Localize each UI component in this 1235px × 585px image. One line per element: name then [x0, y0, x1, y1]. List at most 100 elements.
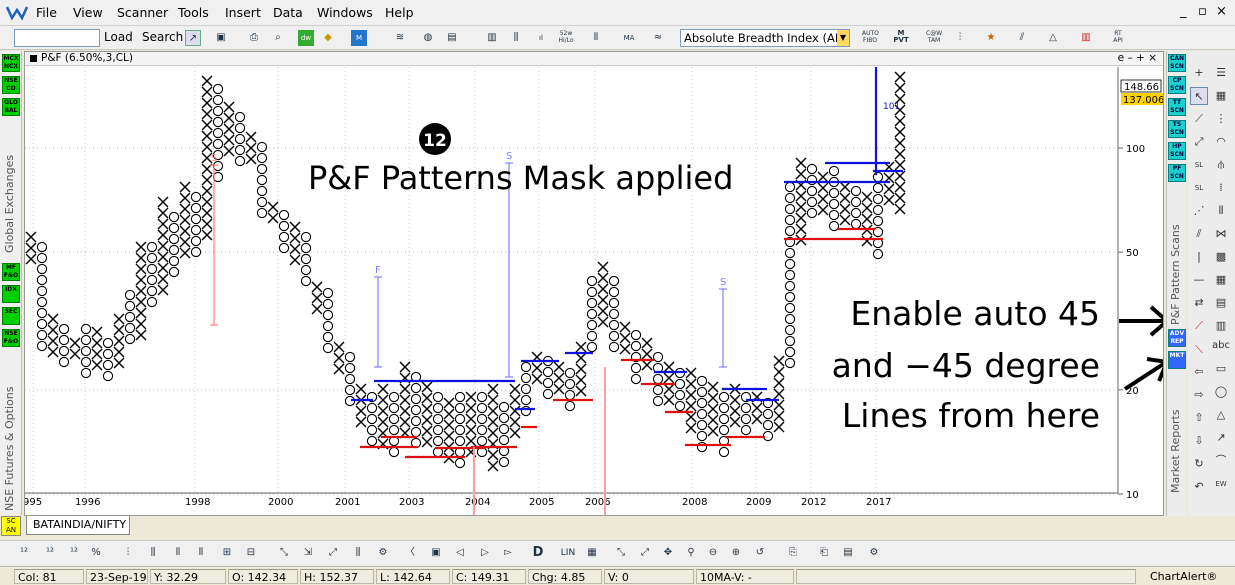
save-icon[interactable]: ▣ — [213, 30, 229, 46]
paste-icon[interactable]: ⎗ — [816, 545, 832, 561]
scale-icon[interactable]: ⇲ — [300, 545, 316, 561]
pitchfork-icon[interactable]: ⫛ — [1212, 156, 1230, 174]
volume-icon[interactable]: ⫴ — [588, 30, 604, 46]
cp-scan-badge[interactable]: CP SCN — [1168, 76, 1186, 94]
zoom-out-icon[interactable]: ⊟ — [243, 545, 259, 561]
time-zones-icon[interactable]: ⦀ — [1212, 202, 1230, 220]
indicator-select[interactable]: Absolute Breadth Index (ABI ▼ — [680, 29, 850, 47]
fit-icon[interactable]: ⤡ — [276, 545, 292, 561]
close-icon[interactable]: × — [1216, 4, 1227, 19]
cycle-lines-icon[interactable]: ⁞ — [1212, 179, 1230, 197]
hp-scan-badge[interactable]: HP SCN — [1168, 142, 1186, 160]
plus-circle-icon[interactable]: ⊕ — [728, 545, 744, 561]
layout-icon[interactable]: ▤ — [444, 30, 460, 46]
ray-icon[interactable]: ⤢ — [1190, 133, 1208, 151]
horizontal-line-icon[interactable]: — — [1190, 271, 1208, 289]
menu-data[interactable]: Data — [273, 5, 303, 20]
copy-icon[interactable]: ⎘ — [785, 545, 801, 561]
auto-45-icon[interactable]: ⟋ — [1190, 317, 1208, 335]
nums3-icon[interactable]: ¹² — [66, 545, 82, 561]
bar-chart-icon[interactable]: ⫶ — [120, 545, 136, 561]
bars-red-icon[interactable]: ▥ — [1078, 30, 1094, 46]
auto-fibo-icon[interactable]: AUTO FIBO — [862, 30, 879, 46]
pf-scan-badge[interactable]: PF SCN — [1168, 164, 1186, 182]
gann-fan-icon[interactable]: ⋈ — [1212, 225, 1230, 243]
nav-left-icon[interactable]: ◁ — [452, 545, 468, 561]
diamond-icon[interactable]: ◆ — [320, 30, 336, 46]
dotted-line-icon[interactable]: ⋰ — [1190, 202, 1208, 220]
menu-view[interactable]: View — [73, 5, 103, 20]
magnify-icon[interactable]: ⚲ — [683, 545, 699, 561]
ma-icon[interactable]: MA — [621, 30, 637, 46]
m-pvt-icon[interactable]: M PVT — [893, 30, 909, 46]
candle-icon[interactable]: ⫶ — [952, 30, 968, 46]
speed-lines-icon[interactable]: ▤ — [1212, 294, 1230, 312]
wv-icon[interactable]: ⫼ — [508, 30, 524, 46]
arrow-right-icon[interactable]: ⇨ — [1190, 386, 1208, 404]
tt-scan-badge[interactable]: TT SCN — [1168, 98, 1186, 116]
52w-icon[interactable]: 52w Hi/Lo — [558, 30, 574, 46]
bars-compress-icon[interactable]: ⫼ — [350, 545, 366, 561]
ohlc-icon[interactable]: ⦀ — [193, 545, 209, 561]
move-chart-icon[interactable]: ✥ — [660, 545, 676, 561]
chart-window-controls[interactable]: e – + × — [1118, 52, 1157, 65]
arrow-up-icon[interactable]: ⇧ — [1190, 409, 1208, 427]
cw-tam-icon[interactable]: C@W TAM — [926, 30, 942, 46]
adv-rep-badge[interactable]: ADV REP — [1168, 329, 1186, 347]
mcx-ncx-badge[interactable]: MCX NCX — [2, 54, 20, 72]
sec-badge[interactable]: SEC — [2, 307, 20, 325]
nse-fo-badge[interactable]: NSE F&O — [2, 329, 20, 347]
nse-cd-badge[interactable]: NSE CD — [2, 76, 20, 94]
vertical-line-icon[interactable]: | — [1190, 248, 1208, 266]
crosshair-icon[interactable]: + — [1190, 64, 1208, 82]
print-preview-icon[interactable]: ⌕ — [270, 30, 286, 46]
star-icon[interactable]: ★ — [983, 30, 999, 46]
minus-circle-icon[interactable]: ⊖ — [705, 545, 721, 561]
tab-bataindia-nifty[interactable]: BATAINDIA/NIFTY — [26, 516, 130, 535]
chart-type-icon[interactable]: ≈ — [650, 30, 666, 46]
sl2-icon[interactable]: SL — [1190, 179, 1208, 197]
fib-arc-icon[interactable]: ◠ — [1212, 133, 1230, 151]
chevron-left-icon[interactable]: 〈 — [402, 545, 418, 561]
text-tool-icon[interactable]: abc — [1212, 337, 1230, 355]
menu-tools[interactable]: Tools — [178, 5, 209, 20]
triangle-tool-icon[interactable]: △ — [1212, 406, 1230, 424]
nums2-icon[interactable]: ¹² — [42, 545, 58, 561]
m-icon[interactable]: M — [351, 30, 367, 46]
nav-home-icon[interactable]: ▻ — [500, 545, 516, 561]
minimize-icon[interactable]: _ — [1180, 4, 1187, 19]
pf-pattern-scans-label[interactable]: P&F Pattern Scans — [1169, 185, 1182, 325]
ew-sym-icon[interactable]: EW — [1212, 475, 1230, 493]
arrow-tool-icon[interactable]: ↗ — [1212, 429, 1230, 447]
mkt-badge[interactable]: MKT — [1168, 351, 1186, 369]
symbol-input[interactable] — [14, 29, 100, 47]
load-button[interactable]: Load — [104, 30, 133, 44]
auto-minus-45-icon[interactable]: ⟍ — [1190, 341, 1208, 359]
menu-file[interactable]: File — [36, 5, 57, 20]
settings-icon[interactable]: ⚙ — [866, 545, 882, 561]
print-icon[interactable]: ⎙ — [246, 30, 262, 46]
candle-chart-icon[interactable]: ⫼ — [145, 545, 161, 561]
nav-right-icon[interactable]: ▷ — [477, 545, 493, 561]
triangle-icon[interactable]: △ — [1045, 30, 1061, 46]
percent-icon[interactable]: % — [88, 545, 104, 561]
yd-icon[interactable]: ıl — [533, 30, 549, 46]
gann-grid-icon[interactable]: ▩ — [1212, 248, 1230, 266]
idx-badge[interactable]: IDX — [2, 285, 20, 303]
search-button[interactable]: Search — [142, 30, 183, 44]
dw-icon[interactable]: dw — [298, 30, 314, 46]
global-exchanges-label[interactable]: Global Exchanges — [3, 123, 16, 253]
grid-toggle-icon[interactable]: ▦ — [584, 545, 600, 561]
rectangle-icon[interactable]: ▭ — [1212, 360, 1230, 378]
nse-futures-options-label[interactable]: NSE Futures & Options — [3, 351, 16, 511]
export-icon[interactable]: ▤ — [840, 545, 856, 561]
ts-scan-badge[interactable]: TS SCN — [1168, 120, 1186, 138]
expand-icon[interactable]: ⤢ — [325, 545, 341, 561]
fib-fan-icon[interactable]: ⋮ — [1212, 110, 1230, 128]
undo-icon[interactable]: ↶ — [1190, 478, 1208, 496]
pointer-icon[interactable]: ↖ — [1190, 87, 1208, 105]
gear-icon[interactable]: ⚙ — [375, 545, 391, 561]
pf-chart[interactable]: 100502010995 1996 1998 2000 2001 2003 2004 2005… — [25, 67, 1163, 515]
restore-icon[interactable]: ▫ — [1198, 4, 1207, 19]
chart-window[interactable]: P&F (6.50%,3,CL) e – + × 100 50 20 10 995 199… — [24, 51, 1164, 516]
